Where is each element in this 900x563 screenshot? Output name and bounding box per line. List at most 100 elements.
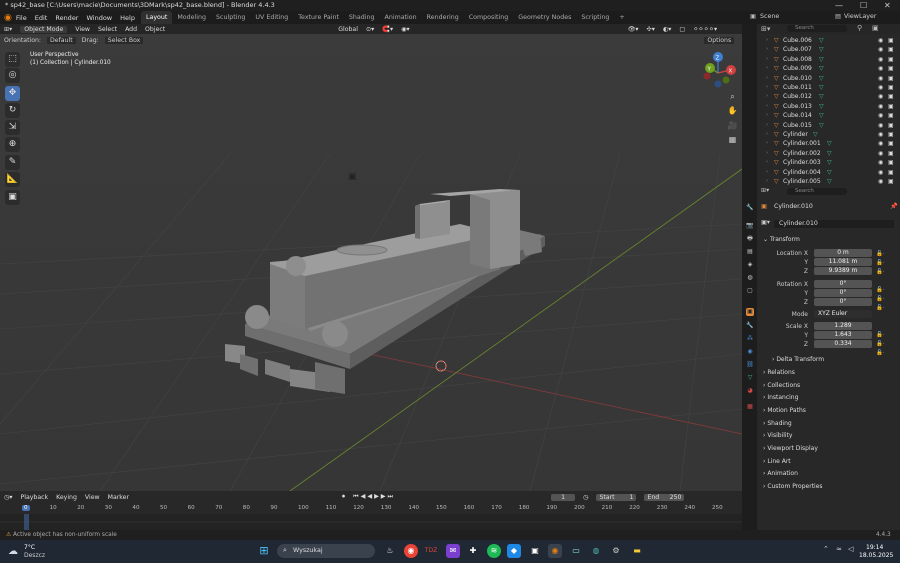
- pan-view-button[interactable]: ✋: [726, 104, 739, 117]
- location-z-field[interactable]: 9.9389 m: [814, 267, 872, 275]
- scene-name[interactable]: Scene: [760, 13, 779, 20]
- visibility-eye-icon[interactable]: ◉: [878, 177, 883, 186]
- rotation-z-field[interactable]: 0°: [814, 298, 872, 306]
- visibility-icon[interactable]: 👁▾: [628, 25, 639, 33]
- steam-icon[interactable]: ♨: [383, 544, 397, 558]
- end-frame-field[interactable]: End 250: [644, 493, 685, 501]
- timeline-editor-icon[interactable]: ◷▾: [4, 494, 13, 501]
- pin-icon[interactable]: 📌: [890, 202, 898, 210]
- outliner-row[interactable]: › ▽ Cube.006 ▽ ◉ ▣: [757, 36, 900, 45]
- collection-tab-icon[interactable]: ▢: [746, 287, 754, 295]
- object-name-field[interactable]: Cylinder.010: [774, 220, 894, 228]
- blender-logo-icon[interactable]: ◉: [0, 13, 12, 23]
- scene-tab-icon[interactable]: ◈: [746, 261, 754, 269]
- render-tab-icon[interactable]: 📷: [746, 222, 754, 230]
- render-camera-icon[interactable]: ▣: [888, 45, 894, 54]
- tray-chevron-icon[interactable]: ⌃: [823, 545, 829, 553]
- minimize-button[interactable]: —: [835, 0, 843, 11]
- menu-help[interactable]: Help: [120, 14, 135, 22]
- menu-view[interactable]: View: [75, 26, 90, 33]
- transform-tool[interactable]: ⊕: [5, 137, 20, 152]
- globe-icon[interactable]: ◍: [589, 544, 603, 558]
- wifi-icon[interactable]: ≈: [836, 545, 842, 553]
- render-camera-icon[interactable]: ▣: [888, 74, 894, 83]
- close-button[interactable]: ✕: [884, 0, 891, 11]
- visibility-eye-icon[interactable]: ◉: [878, 121, 883, 130]
- editor-type-icon[interactable]: ⊞▾: [4, 26, 12, 33]
- playback-menu[interactable]: Playback: [21, 494, 49, 501]
- outliner-row[interactable]: › ▽ Cube.009 ▽ ◉ ▣: [757, 64, 900, 73]
- record-icon[interactable]: ⏺: [342, 493, 345, 501]
- display-mode-icon[interactable]: ⊞▾: [761, 25, 770, 33]
- outliner-row[interactable]: › ▽ Cube.011 ▽ ◉ ▣: [757, 83, 900, 92]
- render-camera-icon[interactable]: ▣: [888, 64, 894, 73]
- camera-object-icon[interactable]: ▣: [348, 172, 357, 182]
- app-blue-icon[interactable]: ◆: [507, 544, 521, 558]
- outliner-row[interactable]: › ▽ Cube.014 ▽ ◉ ▣: [757, 111, 900, 120]
- outliner-row[interactable]: › ▽ Cube.008 ▽ ◉ ▣: [757, 55, 900, 64]
- object-tab-icon[interactable]: ▣: [746, 308, 754, 316]
- location-x-field[interactable]: 0 m: [814, 249, 872, 257]
- rotation-y-field[interactable]: 0°: [814, 289, 872, 297]
- chrome-icon[interactable]: ◉: [404, 544, 418, 558]
- snap-icon[interactable]: 🧲▾: [382, 25, 393, 33]
- scale-z-field[interactable]: 0.334: [814, 340, 872, 348]
- menu-edit[interactable]: Edit: [35, 14, 48, 22]
- maximize-button[interactable]: ☐: [860, 0, 867, 11]
- location-y-field[interactable]: 11.081 m: [814, 258, 872, 266]
- render-camera-icon[interactable]: ▣: [888, 139, 894, 148]
- file-explorer-icon[interactable]: ▬: [630, 544, 644, 558]
- visibility-eye-icon[interactable]: ◉: [878, 149, 883, 158]
- tab-animation[interactable]: Animation: [380, 11, 422, 24]
- tab-modeling[interactable]: Modeling: [172, 11, 211, 24]
- transform-panel-header[interactable]: ⌄ Transform: [763, 236, 800, 243]
- scale-y-field[interactable]: 1.643: [814, 331, 872, 339]
- new-collection-icon[interactable]: ▣: [872, 24, 879, 32]
- marker-menu[interactable]: Marker: [108, 494, 129, 501]
- visibility-eye-icon[interactable]: ◉: [878, 64, 883, 73]
- visibility-eye-icon[interactable]: ◉: [878, 83, 883, 92]
- mode-selector[interactable]: Object Mode: [20, 25, 68, 33]
- camera-view-button[interactable]: 🎥: [726, 119, 739, 132]
- select-box-tool[interactable]: ⬚: [5, 52, 20, 67]
- tab-geometry-nodes[interactable]: Geometry Nodes: [513, 11, 576, 24]
- tab-uv-editing[interactable]: UV Editing: [250, 11, 293, 24]
- menu-select[interactable]: Select: [98, 26, 117, 33]
- outliner-row[interactable]: › ▽ Cube.012 ▽ ◉ ▣: [757, 92, 900, 101]
- lock-icons[interactable]: 🔓· 🔓· 🔓· 🔓· 🔓· 🔓· 🔓· 🔓· 🔓·: [876, 250, 885, 358]
- add-workspace-button[interactable]: +: [614, 11, 629, 24]
- data-tab-icon[interactable]: ▽: [746, 374, 754, 382]
- outliner-row[interactable]: › ▽ Cube.010 ▽ ◉ ▣: [757, 74, 900, 83]
- animation-header[interactable]: › Animation: [763, 470, 798, 477]
- visibility-eye-icon[interactable]: ◉: [878, 36, 883, 45]
- tab-layout[interactable]: Layout: [140, 11, 173, 24]
- filter-icon[interactable]: ⚲: [857, 24, 862, 32]
- outliner-row[interactable]: › ▽ Cylinder.001 ▽ ◉ ▣: [757, 139, 900, 148]
- taskbar-search[interactable]: ⌕ Wyszukaj: [277, 544, 375, 558]
- render-camera-icon[interactable]: ▣: [888, 55, 894, 64]
- tab-rendering[interactable]: Rendering: [422, 11, 464, 24]
- rotate-tool[interactable]: ↻: [5, 103, 20, 118]
- keying-menu[interactable]: Keying: [56, 494, 77, 501]
- spotify-icon[interactable]: ≋: [487, 544, 501, 558]
- rotation-x-field[interactable]: 0°: [814, 280, 872, 288]
- visibility-eye-icon[interactable]: ◉: [878, 55, 883, 64]
- visibility-eye-icon[interactable]: ◉: [878, 158, 883, 167]
- scale-tool[interactable]: ⇲: [5, 120, 20, 135]
- particles-tab-icon[interactable]: ⁂: [746, 335, 754, 343]
- properties-search[interactable]: Search: [787, 188, 847, 195]
- render-camera-icon[interactable]: ▣: [888, 130, 894, 139]
- orientation-select[interactable]: Default: [47, 37, 76, 44]
- render-camera-icon[interactable]: ▣: [888, 83, 894, 92]
- xray-icon[interactable]: ▢: [679, 26, 685, 33]
- tab-texture-paint[interactable]: Texture Paint: [293, 11, 344, 24]
- start-frame-field[interactable]: Start 1: [596, 493, 637, 501]
- view-layer-tab-icon[interactable]: ▤: [746, 248, 754, 256]
- constraints-tab-icon[interactable]: ⛓: [746, 361, 754, 369]
- visibility-eye-icon[interactable]: ◉: [878, 130, 883, 139]
- clock-time[interactable]: 19:14: [866, 544, 883, 551]
- overlay-toggle-icon[interactable]: ◐▾: [663, 26, 672, 33]
- outliner-row[interactable]: › ▽ Cube.013 ▽ ◉ ▣: [757, 102, 900, 111]
- instancing-header[interactable]: › Instancing: [763, 394, 798, 401]
- line-art-header[interactable]: › Line Art: [763, 458, 791, 465]
